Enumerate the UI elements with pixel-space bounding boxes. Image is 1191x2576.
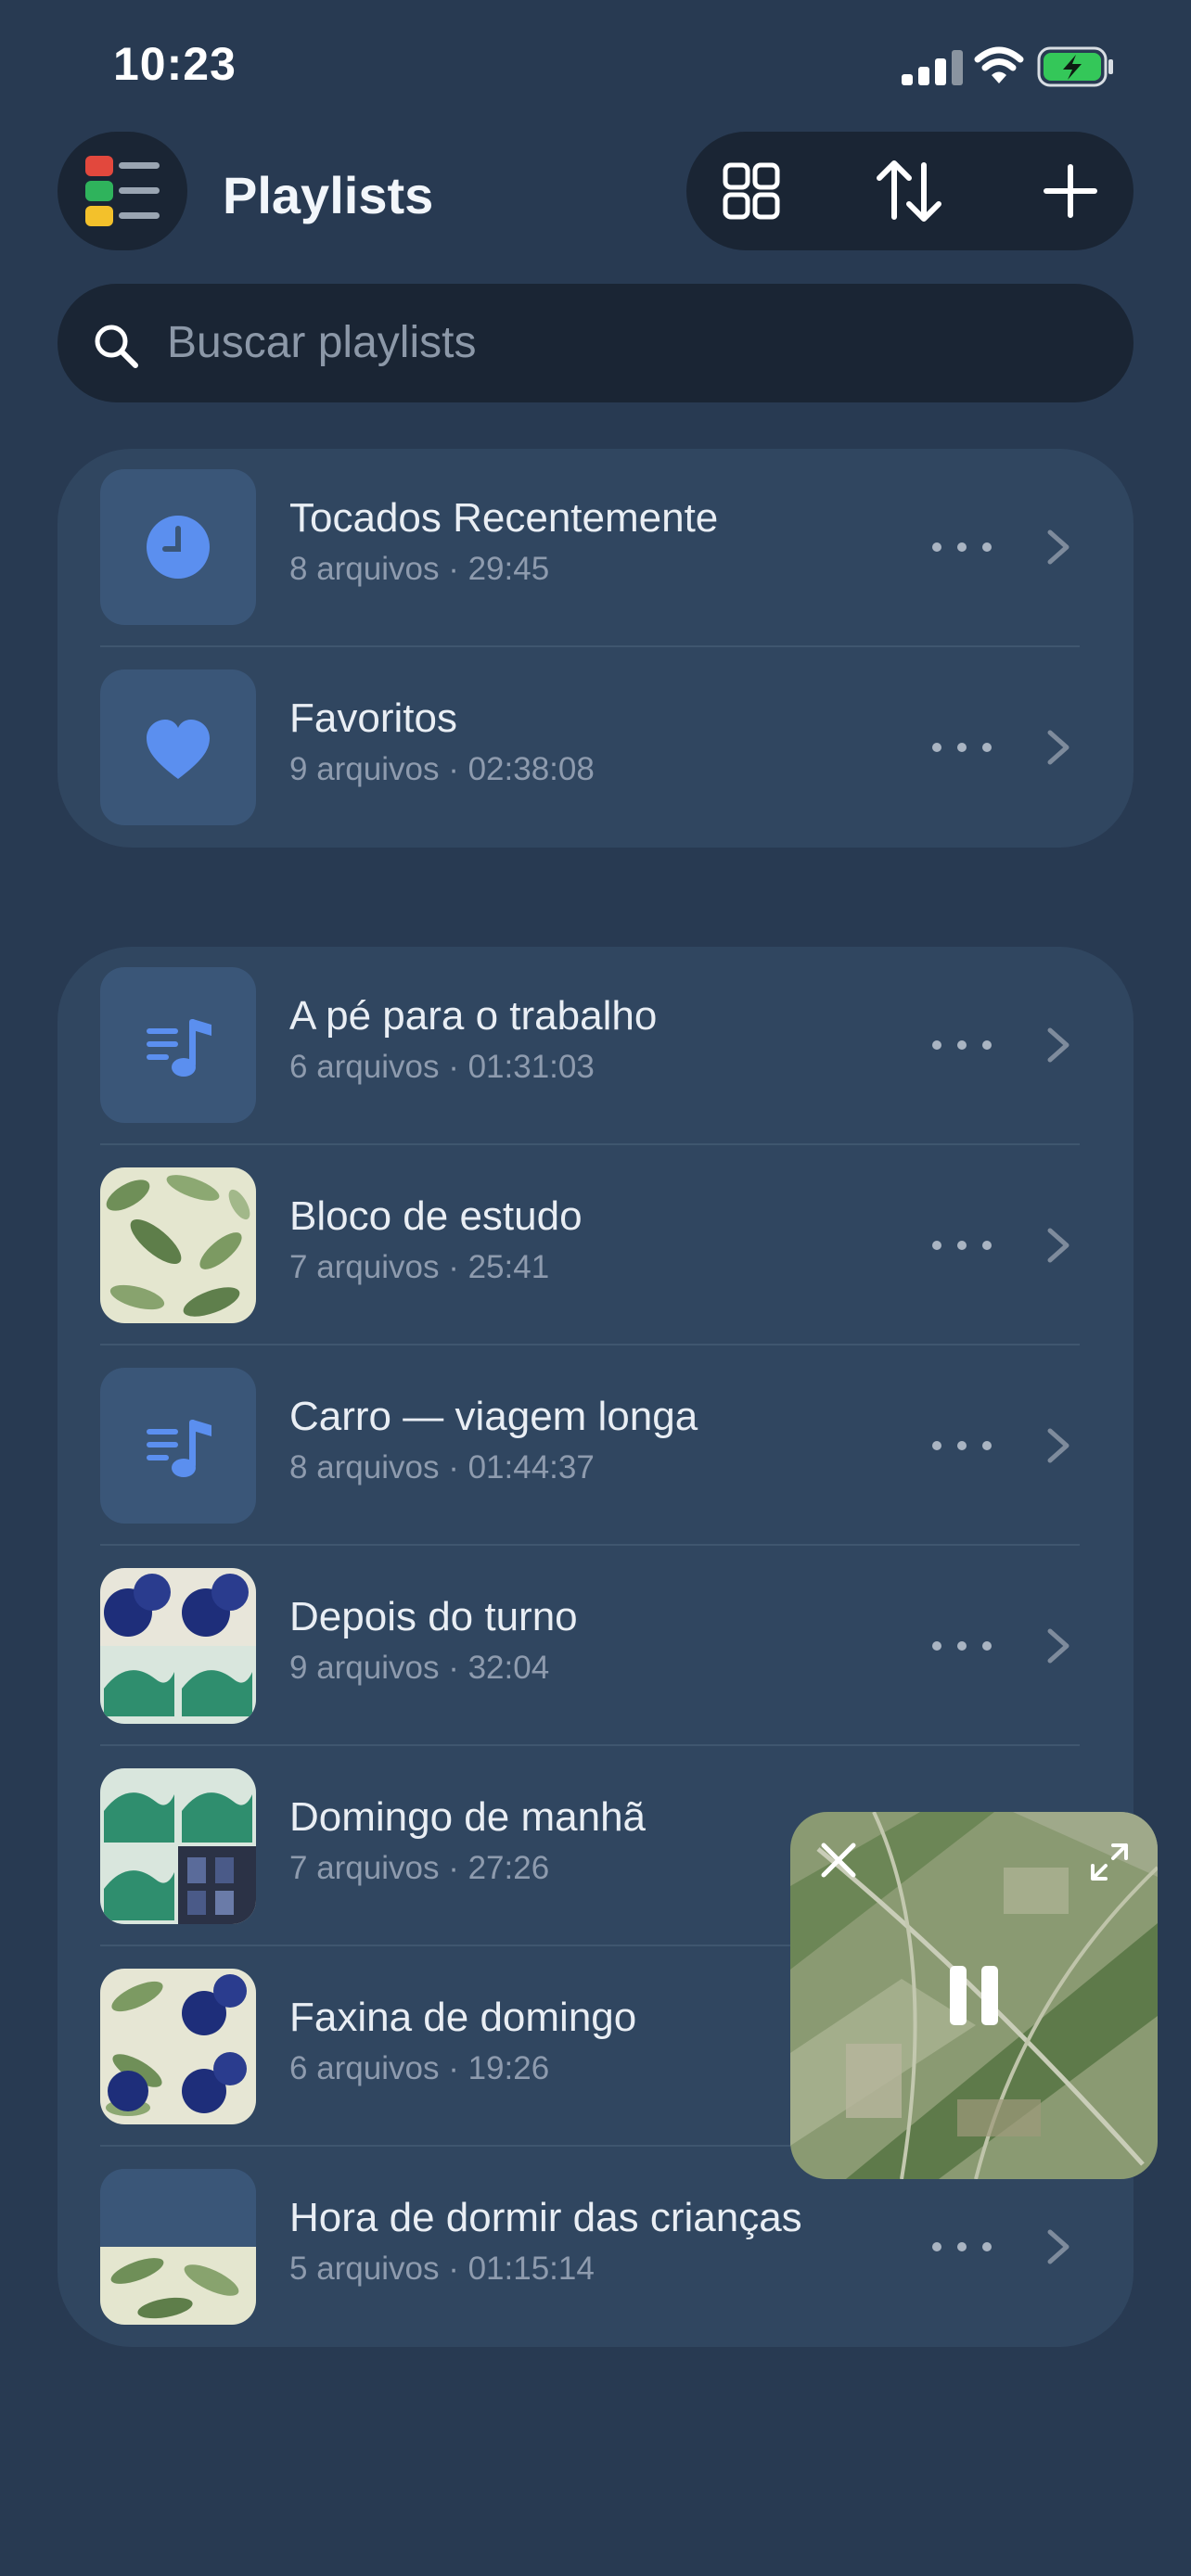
artwork-leaves-image [100, 1167, 256, 1323]
pause-icon[interactable] [942, 1964, 1005, 2027]
playlist-meta: 5 arquivos · 01:15:14 [289, 2251, 595, 2287]
more-icon[interactable] [929, 2238, 994, 2256]
chevron-right-icon [1047, 1228, 1069, 1263]
sort-button[interactable] [872, 154, 946, 228]
playlist-name: Faxina de domingo [289, 1995, 637, 2040]
clock-icon [147, 516, 210, 579]
playlist-meta: 6 arquivos · 19:26 [289, 2050, 550, 2086]
playlist-meta: 9 arquivos · 02:38:08 [289, 751, 595, 787]
chevron-right-icon [1047, 1027, 1069, 1063]
playlist-name: Domingo de manhã [289, 1794, 647, 1840]
playlist-thumb [100, 670, 256, 825]
divider [100, 1143, 1080, 1145]
chevron-right-icon [1047, 730, 1069, 765]
playlist-meta: 7 arquivos · 27:26 [289, 1850, 550, 1886]
system-playlists-card: Tocados Recentemente 8 arquivos · 29:45 … [58, 449, 1133, 848]
expand-icon[interactable] [1087, 1840, 1132, 1884]
close-icon[interactable] [818, 1840, 859, 1881]
artwork-half-leaves-image [100, 2169, 256, 2325]
more-icon[interactable] [929, 1036, 994, 1054]
search-bar[interactable]: Buscar playlists [58, 284, 1133, 402]
playlist-meta: 8 arquivos · 29:45 [289, 551, 550, 587]
list-item[interactable]: Bloco de estudo 7 arquivos · 25:41 [58, 1147, 1133, 1347]
battery-icon [1037, 46, 1113, 87]
playlist-thumb [100, 469, 256, 625]
music-list-icon [147, 1420, 211, 1477]
playlist-name: Bloco de estudo [289, 1193, 583, 1239]
artwork-mosaic-image [100, 1568, 256, 1724]
list-item[interactable]: A pé para o trabalho 6 arquivos · 01:31:… [58, 947, 1133, 1147]
grid-icon [723, 162, 780, 220]
more-icon[interactable] [929, 538, 994, 556]
divider [100, 1744, 1080, 1746]
heart-icon [147, 720, 210, 779]
page-title: Playlists [223, 166, 434, 224]
playlist-name: Depois do turno [289, 1594, 578, 1639]
mini-player[interactable] [790, 1812, 1158, 2179]
playlist-meta: 9 arquivos · 32:04 [289, 1650, 550, 1686]
playlist-meta: 7 arquivos · 25:41 [289, 1249, 550, 1285]
search-icon [95, 325, 138, 368]
playlist-thumb [100, 1368, 256, 1524]
list-item[interactable]: Carro — viagem longa 8 arquivos · 01:44:… [58, 1347, 1133, 1548]
playlist-artwork [100, 1969, 256, 2124]
list-item[interactable]: Tocados Recentemente 8 arquivos · 29:45 [58, 449, 1133, 649]
more-icon[interactable] [929, 738, 994, 757]
signal-icon [902, 50, 963, 85]
wifi-icon [974, 46, 1024, 83]
artwork-mosaic-image [100, 1969, 256, 2124]
status-time: 10:23 [113, 38, 237, 90]
search-placeholder: Buscar playlists [167, 318, 477, 367]
plus-icon [1044, 164, 1097, 218]
list-item[interactable]: Favoritos 9 arquivos · 02:38:08 [58, 649, 1133, 849]
playlist-artwork [100, 1768, 256, 1924]
more-icon[interactable] [929, 1637, 994, 1655]
chevron-right-icon [1047, 529, 1069, 565]
divider [100, 1344, 1080, 1345]
playlist-name: Hora de dormir das crianças [289, 2195, 802, 2240]
divider [100, 1544, 1080, 1546]
chevron-right-icon [1047, 1428, 1069, 1463]
menu-button[interactable] [58, 132, 187, 250]
sort-arrows-icon [877, 160, 941, 222]
playlist-artwork [100, 1167, 256, 1323]
chevron-right-icon [1047, 2229, 1069, 2264]
playlist-meta: 6 arquivos · 01:31:03 [289, 1049, 595, 1085]
grid-view-button[interactable] [714, 154, 788, 228]
playlist-artwork [100, 1568, 256, 1724]
playlist-name: Tocados Recentemente [289, 495, 719, 541]
add-playlist-button[interactable] [1033, 154, 1108, 228]
more-icon[interactable] [929, 1436, 994, 1455]
playlist-name: A pé para o trabalho [289, 993, 658, 1039]
playlist-artwork [100, 2169, 256, 2325]
playlist-meta: 8 arquivos · 01:44:37 [289, 1449, 595, 1486]
playlist-name: Carro — viagem longa [289, 1394, 698, 1439]
playlist-name: Favoritos [289, 695, 457, 741]
divider [100, 645, 1080, 647]
header-actions [686, 132, 1133, 250]
list-item[interactable]: Depois do turno 9 arquivos · 32:04 [58, 1548, 1133, 1748]
more-icon[interactable] [929, 1236, 994, 1255]
chevron-right-icon [1047, 1628, 1069, 1664]
artwork-mosaic-image [100, 1768, 256, 1924]
playlist-thumb [100, 967, 256, 1123]
music-list-icon [147, 1019, 211, 1077]
colored-list-menu-icon [85, 156, 160, 226]
